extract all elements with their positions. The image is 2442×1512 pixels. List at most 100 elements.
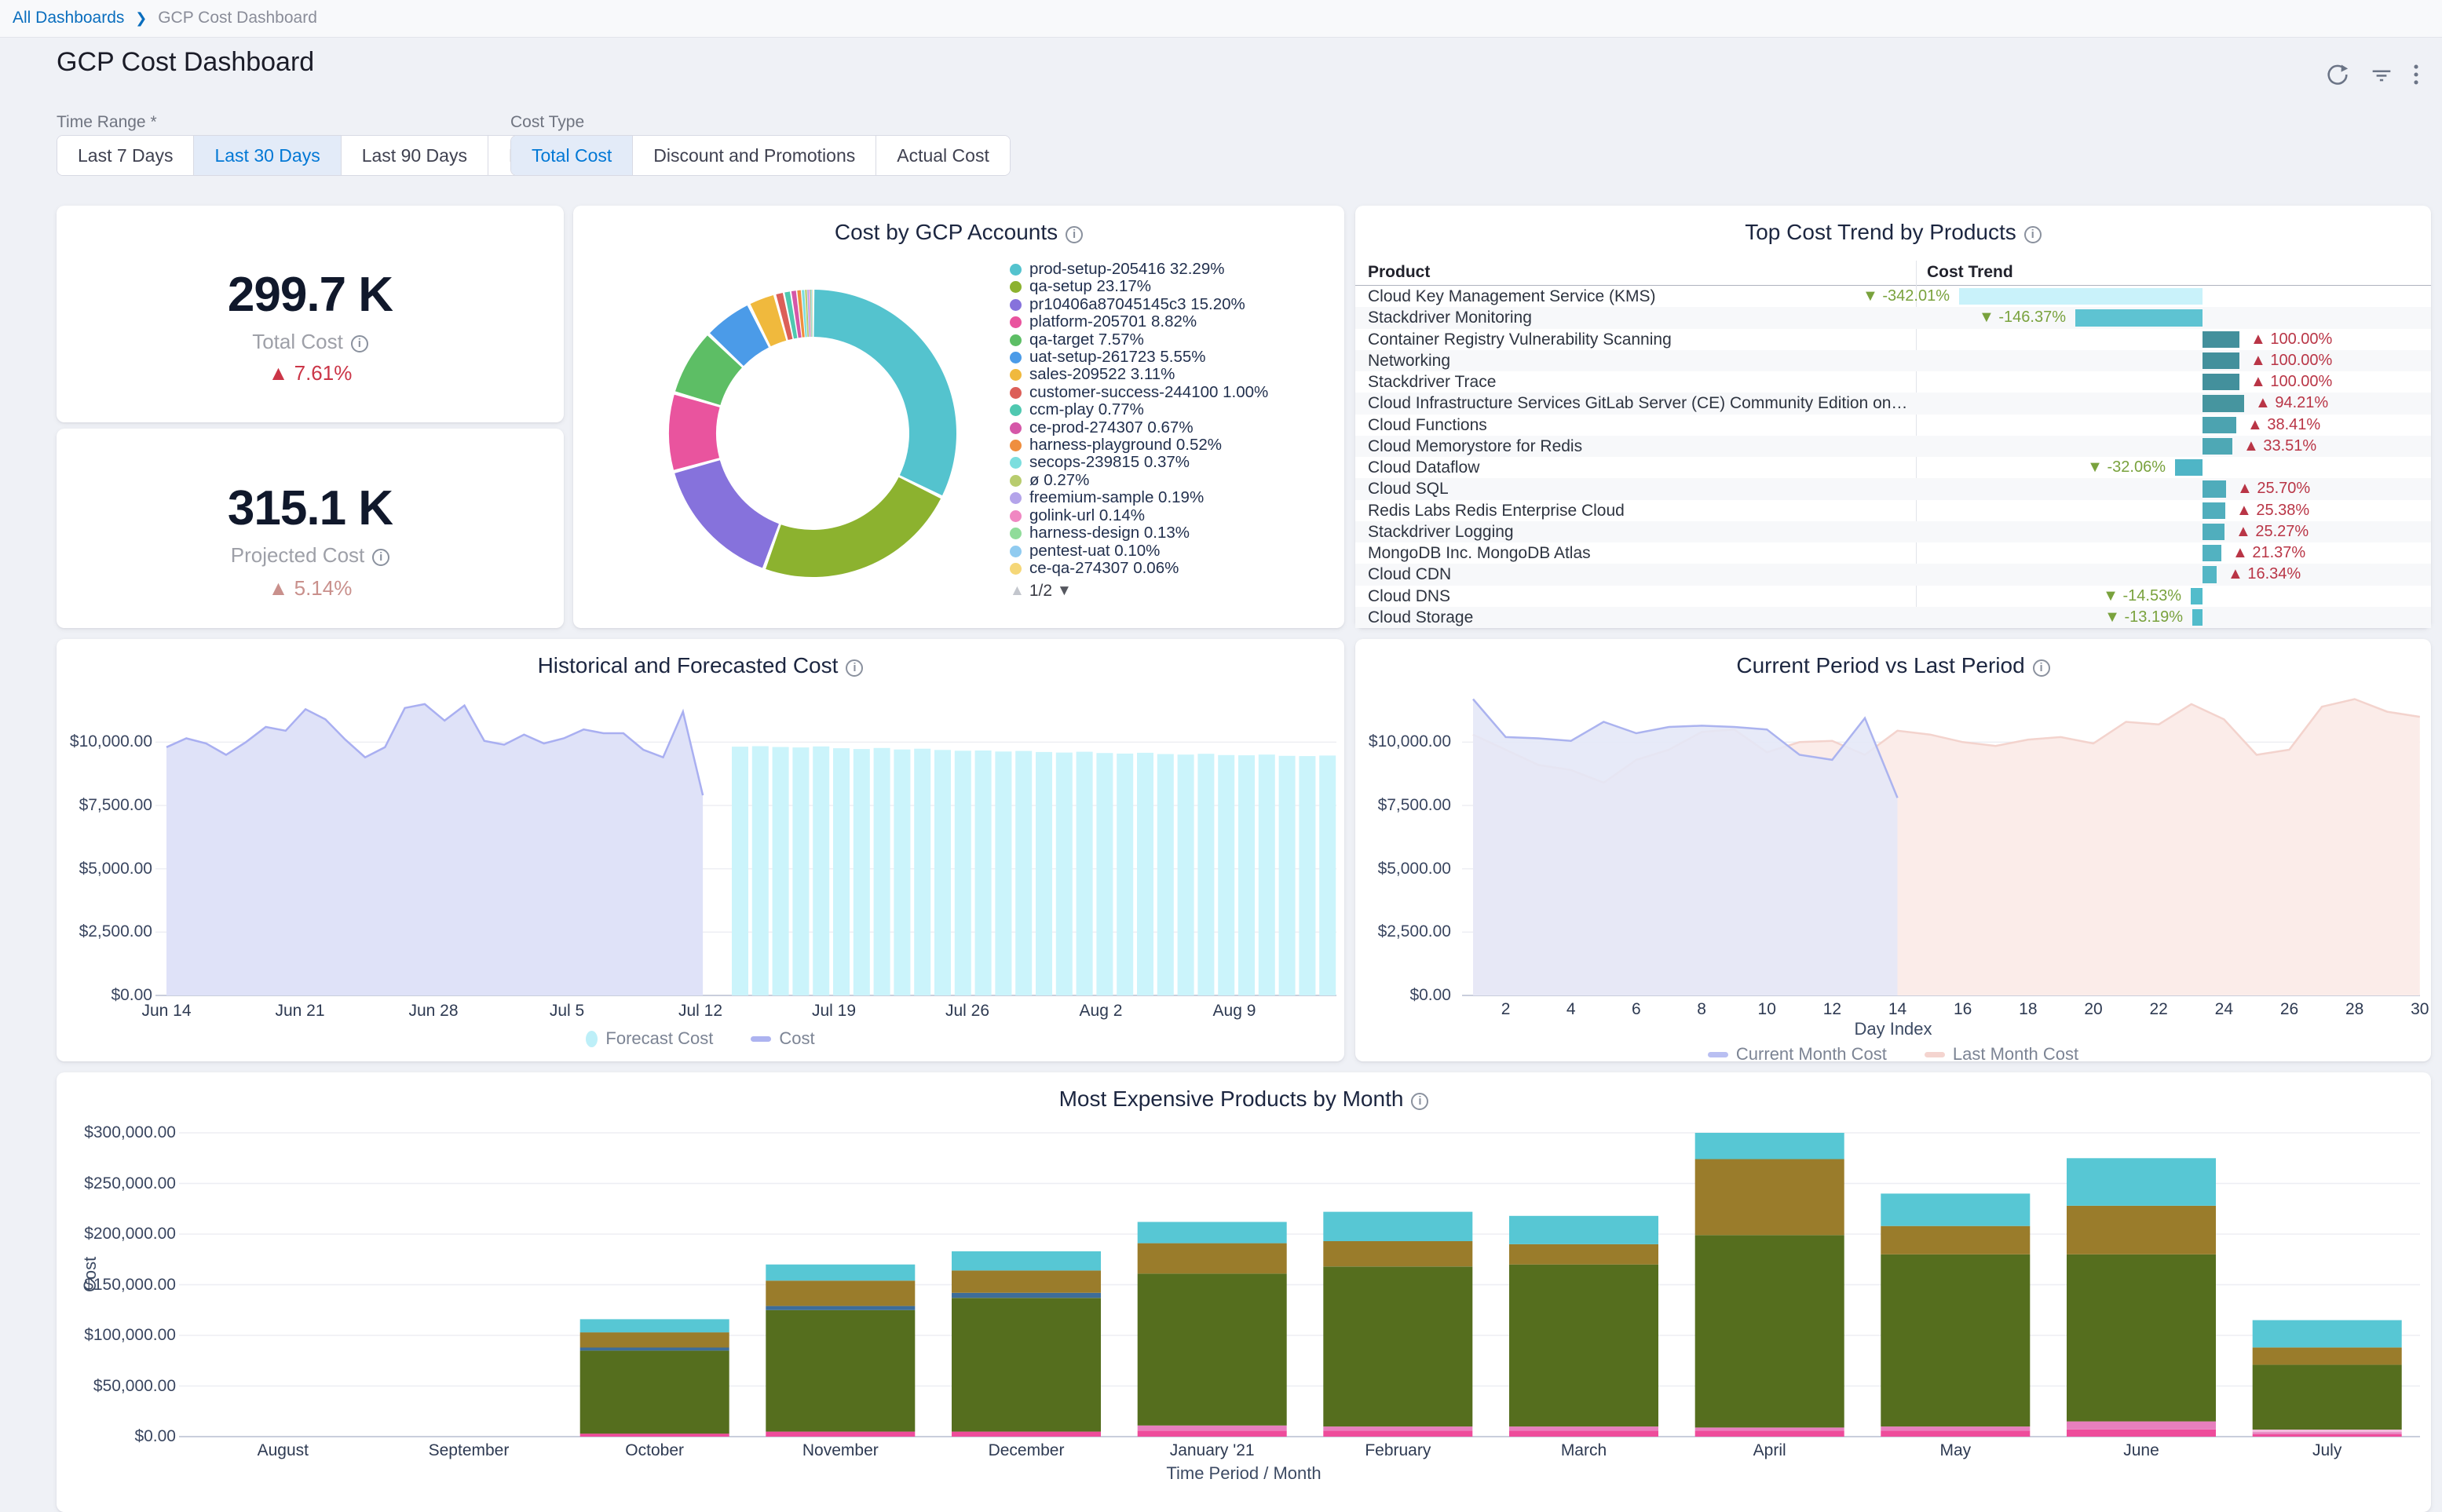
refresh-icon[interactable]	[2324, 61, 2351, 88]
time-range-label: Time Range *	[57, 113, 157, 132]
legend-item[interactable]: ø 0.27%	[1010, 472, 1333, 489]
legend-item[interactable]: ccm-play 0.77%	[1010, 401, 1333, 418]
info-icon[interactable]	[351, 335, 368, 352]
legend-swatch	[1010, 475, 1022, 487]
product-cell: Cloud Storage	[1368, 607, 1911, 628]
product-cell: MongoDB Inc. MongoDB Atlas	[1368, 542, 1911, 564]
x-tick-label: March	[1529, 1441, 1639, 1460]
table-row[interactable]: Cloud Infrastructure Services GitLab Ser…	[1355, 393, 2431, 414]
table-row[interactable]: Stackdriver Logging▲ 25.27%	[1355, 521, 2431, 542]
legend-item[interactable]: harness-playground 0.52%	[1010, 436, 1333, 454]
table-row[interactable]: Networking ▲ 100.00%	[1355, 350, 2431, 371]
info-icon[interactable]	[2024, 226, 2042, 243]
table-row[interactable]: Cloud CDN▲ 16.34%	[1355, 564, 2431, 585]
legend-swatch	[1010, 457, 1022, 469]
legend-label: harness-design 0.13%	[1029, 524, 1190, 542]
time-range-option-last-30-days[interactable]: Last 30 Days	[193, 136, 340, 175]
time-range-option-last-90-days[interactable]: Last 90 Days	[341, 136, 488, 175]
legend-item[interactable]: sales-209522 3.11%	[1010, 366, 1333, 383]
trend-bar	[2203, 395, 2244, 411]
trend-value: ▲ 100.00%	[2250, 350, 2332, 371]
cost-trend-cell: ▲ 16.34%	[1916, 564, 2431, 585]
kebab-menu-icon[interactable]	[2403, 61, 2429, 88]
legend-item[interactable]: ce-prod-274307 0.67%	[1010, 419, 1333, 436]
x-tick-label: June	[2086, 1441, 2196, 1460]
cost-type-option-discount-and-promotions[interactable]: Discount and Promotions	[632, 136, 876, 175]
column-header-cost-trend[interactable]: Cost Trend	[1927, 261, 2013, 284]
forecast-swatch	[586, 1031, 598, 1047]
legend-item[interactable]: prod-setup-205416 32.29%	[1010, 261, 1333, 278]
page-title: GCP Cost Dashboard	[57, 47, 314, 78]
trend-bar	[2203, 352, 2239, 369]
table-row[interactable]: Cloud Key Management Service (KMS)▼ -342…	[1355, 286, 2431, 307]
legend-label: prod-setup-205416 32.29%	[1029, 261, 1224, 278]
trend-bar	[2203, 331, 2239, 348]
legend-label: qa-target 7.57%	[1029, 331, 1144, 349]
legend-item[interactable]: harness-design 0.13%	[1010, 524, 1333, 542]
historical-forecast-chart[interactable]	[57, 639, 1344, 1008]
cost-by-gcp-accounts-card: Cost by GCP Accounts prod-setup-205416 3…	[573, 206, 1344, 628]
legend-item[interactable]: qa-setup 23.17%	[1010, 278, 1333, 295]
table-row[interactable]: Redis Labs Redis Enterprise Cloud▲ 25.38…	[1355, 500, 2431, 521]
legend-swatch	[1010, 299, 1022, 311]
info-icon[interactable]	[1066, 226, 1083, 243]
product-cell: Networking	[1368, 350, 1911, 371]
table-row[interactable]: MongoDB Inc. MongoDB Atlas▲ 21.37%	[1355, 542, 2431, 564]
x-tick-label: Jul 12	[645, 1002, 755, 1021]
legend-item[interactable]: freemium-sample 0.19%	[1010, 489, 1333, 506]
table-row[interactable]: Cloud Dataflow▼ -32.06%	[1355, 457, 2431, 478]
legend-item[interactable]: pentest-uat 0.10%	[1010, 542, 1333, 560]
y-tick-label: $10,000.00	[1355, 732, 1451, 751]
x-tick-label: April	[1715, 1441, 1825, 1460]
legend-item[interactable]: secops-239815 0.37%	[1010, 454, 1333, 471]
table-row[interactable]: Cloud DNS▼ -14.53%	[1355, 586, 2431, 607]
legend-item[interactable]: customer-success-244100 1.00%	[1010, 384, 1333, 401]
column-header-product[interactable]: Product	[1368, 261, 1430, 284]
legend-swatch	[1010, 528, 1022, 539]
table-row[interactable]: Cloud Functions▲ 38.41%	[1355, 415, 2431, 436]
table-row[interactable]: Cloud Storage▼ -13.19%	[1355, 607, 2431, 628]
legend-forecast-cost[interactable]: Forecast Cost	[586, 1028, 713, 1049]
y-tick-label: $5,000.00	[1355, 860, 1451, 878]
table-row[interactable]: Stackdriver Trace▲ 100.00%	[1355, 371, 2431, 393]
cost-type-option-actual-cost[interactable]: Actual Cost	[876, 136, 1010, 175]
cost-trend-cell: ▼ -32.06%	[1916, 457, 2431, 478]
projected-cost-label: Projected Cost	[57, 543, 564, 568]
product-cell: Cloud Key Management Service (KMS)	[1368, 286, 1911, 307]
table-row[interactable]: Stackdriver Monitoring▼ -146.37%	[1355, 307, 2431, 328]
legend-item[interactable]: qa-target 7.57%	[1010, 331, 1333, 349]
donut-chart[interactable]	[660, 284, 966, 590]
legend-item[interactable]: pr10406a87045145c3 15.20%	[1010, 296, 1333, 313]
page-down-icon[interactable]: ▼	[1057, 583, 1072, 600]
legend-label: harness-playground 0.52%	[1029, 436, 1222, 454]
legend-cost[interactable]: Cost	[751, 1028, 814, 1049]
y-tick-label: $300,000.00	[57, 1123, 176, 1142]
legend-current-month[interactable]: Current Month Cost	[1708, 1044, 1887, 1065]
x-tick-label: May	[1900, 1441, 2010, 1460]
projected-cost-value: 315.1 K	[57, 480, 564, 536]
legend-item[interactable]: golink-url 0.14%	[1010, 507, 1333, 524]
legend-label: ccm-play 0.77%	[1029, 401, 1144, 418]
y-tick-label: $7,500.00	[57, 796, 152, 815]
monthly-x-axis-title: Time Period / Month	[57, 1463, 2431, 1484]
breadcrumb-all-dashboards-link[interactable]: All Dashboards	[13, 9, 124, 27]
table-row[interactable]: Cloud Memorystore for Redis▲ 33.51%	[1355, 436, 2431, 457]
cost-type-option-total-cost[interactable]: Total Cost	[511, 136, 632, 175]
legend-last-month[interactable]: Last Month Cost	[1925, 1044, 2078, 1065]
donut-chart-title: Cost by GCP Accounts	[573, 220, 1344, 245]
trend-bar	[2203, 566, 2217, 583]
legend-item[interactable]: ce-qa-274307 0.06%	[1010, 560, 1333, 577]
legend-item[interactable]: uat-setup-261723 5.55%	[1010, 349, 1333, 366]
legend-item[interactable]: platform-205701 8.82%	[1010, 313, 1333, 331]
page-up-icon[interactable]: ▲	[1010, 583, 1025, 600]
legend-swatch	[1010, 546, 1022, 557]
period-compare-chart[interactable]	[1355, 639, 2431, 1008]
x-tick-label: December	[971, 1441, 1081, 1460]
info-icon[interactable]	[372, 549, 389, 566]
filter-icon[interactable]	[2368, 61, 2395, 88]
time-range-option-last-7-days[interactable]: Last 7 Days	[57, 136, 193, 175]
trend-value: ▼ -32.06%	[2087, 457, 2166, 478]
table-row[interactable]: Cloud SQL▲ 25.70%	[1355, 478, 2431, 499]
projected-cost-delta: ▲ 5.14%	[57, 576, 564, 601]
table-row[interactable]: Container Registry Vulnerability Scannin…	[1355, 329, 2431, 350]
